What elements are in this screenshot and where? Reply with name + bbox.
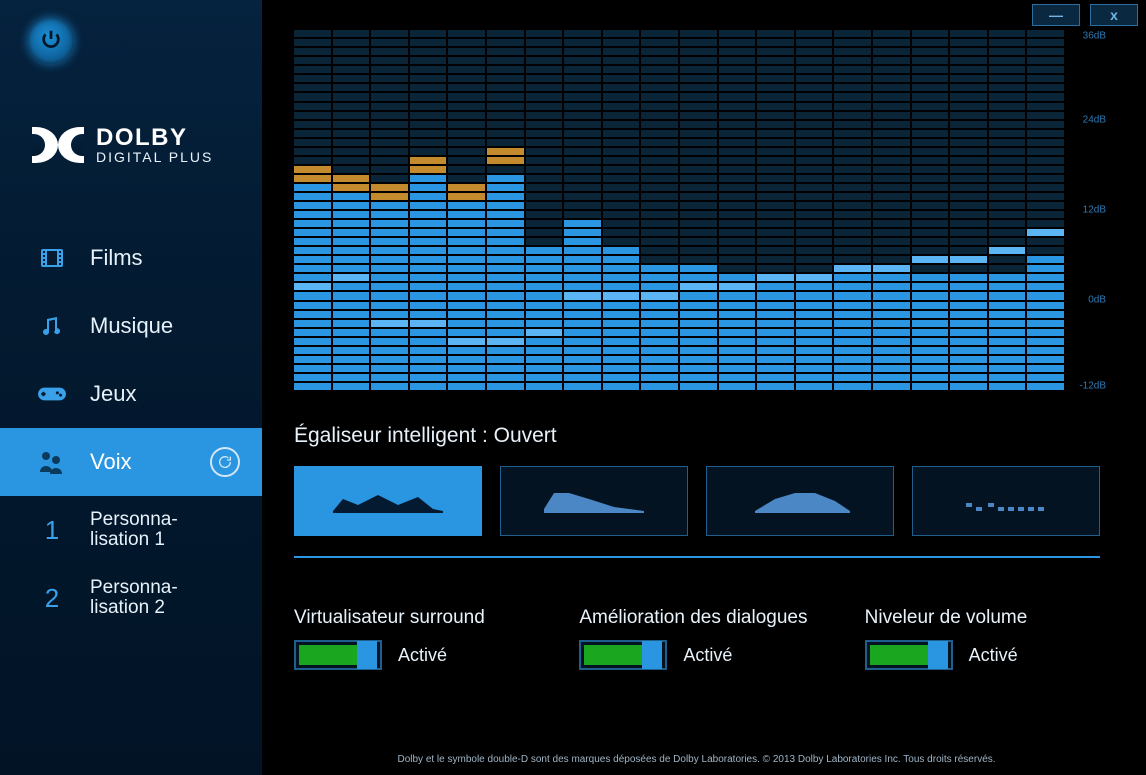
sidebar-item-index: 2: [34, 583, 70, 614]
sidebar-nav: Films Musique Jeux Voix 1 Personna-lisation 1…: [0, 224, 262, 632]
minimize-button[interactable]: —: [1032, 4, 1080, 26]
eq-db-label: 36dB: [1083, 31, 1106, 42]
preset-shape-icon: [740, 479, 860, 524]
sidebar-item-custom1[interactable]: 1 Personna-lisation 1: [0, 496, 262, 564]
sidebar-item-label: Personna-lisation 2: [90, 578, 178, 618]
sidebar-item-film[interactable]: Films: [0, 224, 262, 292]
sidebar-item-gamepad[interactable]: Jeux: [0, 360, 262, 428]
toggle-label: Amélioration des dialogues: [579, 578, 814, 630]
eq-band[interactable]: [1027, 30, 1064, 390]
eq-band[interactable]: [873, 30, 910, 390]
dolby-dd-icon: [32, 127, 84, 163]
equalizer-grid: [294, 30, 1064, 390]
film-icon: [34, 242, 70, 274]
sidebar-item-voice[interactable]: Voix: [0, 428, 262, 496]
eq-band[interactable]: [796, 30, 833, 390]
sidebar-item-custom2[interactable]: 2 Personna-lisation 2: [0, 564, 262, 632]
brand-logo: DOLBY DIGITAL PLUS: [32, 126, 262, 164]
eq-band[interactable]: [719, 30, 756, 390]
sidebar-item-label: Jeux: [90, 381, 136, 407]
main-panel: — x 36dB 24dB 12dB 0dB -12dB Égaliseur intel…: [262, 0, 1146, 775]
eq-band[interactable]: [603, 30, 640, 390]
footer-copyright: Dolby et le symbole double-D sont des ma…: [262, 754, 1131, 765]
preset-flat[interactable]: [912, 466, 1100, 536]
toggle-switch[interactable]: [579, 640, 667, 670]
gamepad-icon: [34, 378, 70, 410]
toggle-state: Activé: [969, 645, 1018, 666]
eq-band[interactable]: [410, 30, 447, 390]
equalizer-db-labels: 36dB 24dB 12dB 0dB -12dB: [1064, 30, 1106, 390]
window-controls: — x: [1032, 4, 1138, 26]
eq-band[interactable]: [487, 30, 524, 390]
sidebar-item-label: Musique: [90, 313, 173, 339]
toggle-label: Virtualisateur surround: [294, 578, 529, 630]
close-button[interactable]: x: [1090, 4, 1138, 26]
toggle-group: Amélioration des dialogues Activé: [579, 578, 814, 670]
preset-row: [294, 466, 1106, 536]
sidebar-item-label: Films: [90, 245, 143, 271]
preset-shape-icon: [946, 479, 1066, 524]
eq-band[interactable]: [333, 30, 370, 390]
music-icon: [34, 310, 70, 342]
sidebar-item-index: 1: [34, 515, 70, 546]
voice-icon: [34, 446, 70, 478]
power-button[interactable]: [28, 18, 74, 64]
eq-band[interactable]: [641, 30, 678, 390]
sidebar-item-music[interactable]: Musique: [0, 292, 262, 360]
toggle-switch[interactable]: [865, 640, 953, 670]
equalizer-display: 36dB 24dB 12dB 0dB -12dB: [294, 30, 1106, 390]
power-icon: [40, 28, 62, 55]
sidebar-item-label: Personna-lisation 1: [90, 510, 178, 550]
section-divider: [294, 556, 1100, 558]
eq-band[interactable]: [834, 30, 871, 390]
eq-band[interactable]: [371, 30, 408, 390]
equalizer-title: Égaliseur intelligent : Ouvert: [294, 424, 1106, 448]
eq-db-label: 0dB: [1088, 295, 1106, 306]
preset-shape-icon: [534, 479, 654, 524]
eq-band[interactable]: [680, 30, 717, 390]
eq-db-label: -12dB: [1079, 381, 1106, 392]
toggle-group: Niveleur de volume Activé: [865, 578, 1100, 670]
eq-band[interactable]: [757, 30, 794, 390]
toggle-group: Virtualisateur surround Activé: [294, 578, 529, 670]
app-window: DOLBY DIGITAL PLUS Films Musique Jeux Voix 1…: [0, 0, 1146, 775]
eq-band[interactable]: [526, 30, 563, 390]
eq-band[interactable]: [912, 30, 949, 390]
preset-shape-icon: [328, 479, 448, 524]
brand-line2: DIGITAL PLUS: [96, 150, 213, 164]
reset-icon[interactable]: [210, 447, 240, 477]
preset-open[interactable]: [294, 466, 482, 536]
toggle-row: Virtualisateur surroundActivéAmélioratio…: [294, 578, 1100, 670]
eq-band[interactable]: [989, 30, 1026, 390]
eq-band[interactable]: [564, 30, 601, 390]
preset-rich[interactable]: [500, 466, 688, 536]
eq-band[interactable]: [448, 30, 485, 390]
brand-line1: DOLBY: [96, 126, 213, 150]
eq-band[interactable]: [950, 30, 987, 390]
eq-db-label: 12dB: [1083, 205, 1106, 216]
sidebar: DOLBY DIGITAL PLUS Films Musique Jeux Voix 1…: [0, 0, 262, 775]
toggle-label: Niveleur de volume: [865, 578, 1100, 630]
eq-db-label: 24dB: [1083, 115, 1106, 126]
preset-focus[interactable]: [706, 466, 894, 536]
toggle-state: Activé: [683, 645, 732, 666]
eq-band[interactable]: [294, 30, 331, 390]
toggle-switch[interactable]: [294, 640, 382, 670]
sidebar-item-label: Voix: [90, 449, 132, 475]
toggle-state: Activé: [398, 645, 447, 666]
